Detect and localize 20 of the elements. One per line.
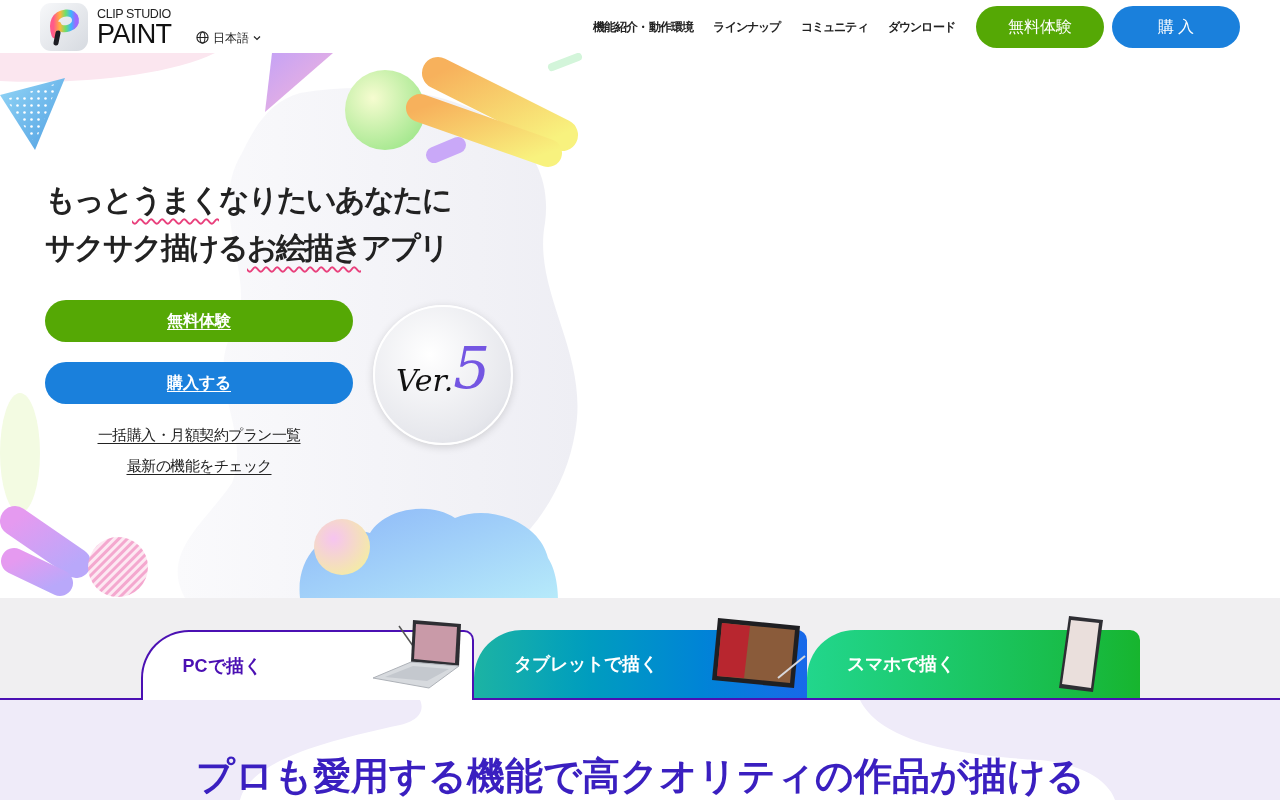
hero-heading: もっと うまく なりたいあなたに サクサク描けるお絵描き アプリ	[45, 182, 451, 266]
nav-link[interactable]: ラインナップ	[713, 17, 781, 36]
striped-sphere-decoration	[88, 537, 148, 597]
nav-link[interactable]: ダウンロード	[887, 17, 955, 36]
globe-icon	[195, 31, 209, 44]
nav-link[interactable]: コミュニティ	[800, 17, 868, 36]
app-logo-icon[interactable]	[40, 2, 88, 51]
chevron-down-icon	[252, 34, 261, 41]
text-link[interactable]: 一括購入・月額契約プラン一覧	[97, 423, 301, 447]
purchase-button[interactable]: 購 入	[1112, 5, 1240, 48]
sphere-decoration	[314, 519, 370, 575]
triangle-decoration	[265, 53, 333, 112]
logo-title: PAINT	[97, 21, 172, 48]
purchase-button[interactable]: 購入する	[45, 362, 353, 404]
language-selector[interactable]: 日本語	[195, 28, 261, 47]
nav-link[interactable]: 機能紹介・動作環境	[592, 17, 694, 36]
section-heading: プロも愛用する機能で高クオリティの作品が描ける	[195, 754, 1085, 798]
triangle-decoration	[0, 78, 65, 150]
text-link[interactable]: 最新の機能をチェック	[126, 454, 272, 478]
logo-subtitle: CLIP STUDIO	[97, 7, 171, 21]
